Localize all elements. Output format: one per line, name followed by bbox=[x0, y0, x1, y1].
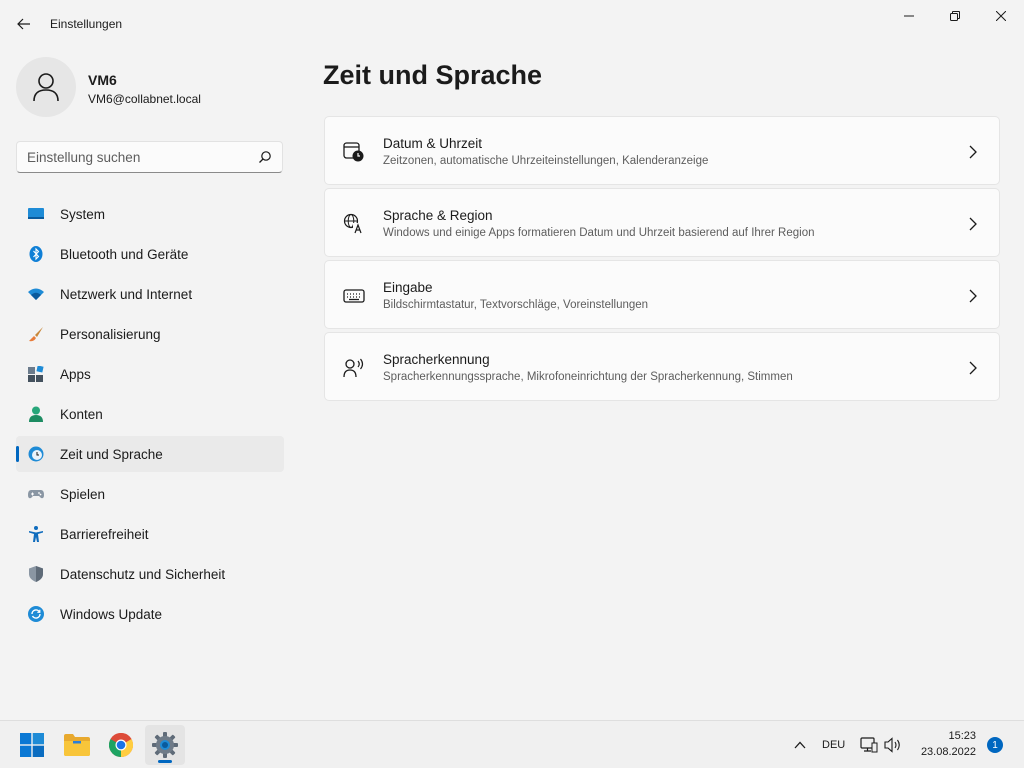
card-typing[interactable]: Eingabe Bildschirmtastatur, Textvorschlä… bbox=[324, 260, 1000, 329]
sidebar-item-system[interactable]: System bbox=[16, 196, 284, 232]
taskbar-file-explorer[interactable] bbox=[57, 725, 97, 765]
taskbar-settings[interactable] bbox=[145, 725, 185, 765]
sidebar-item-windows-update[interactable]: Windows Update bbox=[16, 596, 284, 632]
restore-icon bbox=[950, 11, 960, 21]
sidebar-item-accounts[interactable]: Konten bbox=[16, 396, 284, 432]
language-icon bbox=[343, 213, 364, 234]
keyboard-icon bbox=[343, 289, 365, 303]
settings-window: Einstellungen VM6 VM6@collabnet.local Sy… bbox=[0, 0, 1024, 720]
user-email: VM6@collabnet.local bbox=[88, 92, 201, 106]
apps-icon bbox=[28, 366, 44, 382]
restore-button[interactable] bbox=[932, 0, 978, 32]
sidebar-item-personalization[interactable]: Personalisierung bbox=[16, 316, 284, 352]
accessibility-icon bbox=[29, 526, 43, 542]
sidebar-item-bluetooth[interactable]: Bluetooth und Geräte bbox=[16, 236, 284, 272]
sidebar-item-time-language[interactable]: Zeit und Sprache bbox=[16, 436, 284, 472]
avatar[interactable] bbox=[16, 57, 76, 117]
notification-badge[interactable]: 1 bbox=[987, 737, 1003, 753]
user-icon bbox=[33, 73, 59, 102]
chevron-right-icon bbox=[969, 217, 977, 231]
start-icon bbox=[20, 733, 44, 757]
clock-date[interactable]: 23.08.2022 bbox=[914, 746, 976, 758]
card-language-region[interactable]: Sprache & Region Windows und einige Apps… bbox=[324, 188, 1000, 257]
calendar-clock-icon bbox=[343, 142, 364, 162]
wifi-icon bbox=[28, 288, 44, 300]
minimize-button[interactable] bbox=[886, 0, 932, 32]
sidebar-item-network[interactable]: Netzwerk und Internet bbox=[16, 276, 284, 312]
close-button[interactable] bbox=[978, 0, 1024, 32]
search-icon[interactable] bbox=[258, 150, 272, 164]
volume-icon bbox=[884, 737, 900, 753]
chrome-icon bbox=[109, 733, 133, 757]
tray-overflow-button[interactable] bbox=[788, 735, 812, 755]
shield-icon bbox=[29, 566, 43, 582]
update-icon bbox=[28, 606, 44, 622]
sidebar-nav: System Bluetooth und Geräte Netzwerk und… bbox=[16, 196, 284, 636]
search-box bbox=[16, 141, 283, 173]
back-button[interactable] bbox=[12, 12, 36, 36]
card-date-time[interactable]: Datum & Uhrzeit Zeitzonen, automatische … bbox=[324, 116, 1000, 185]
file-explorer-icon bbox=[64, 734, 90, 756]
search-input[interactable] bbox=[17, 142, 247, 172]
user-name: VM6 bbox=[88, 72, 117, 88]
chevron-right-icon bbox=[969, 289, 977, 303]
settings-icon bbox=[152, 732, 178, 758]
clock-time[interactable]: 15:23 bbox=[914, 730, 976, 742]
tray-status[interactable] bbox=[860, 733, 910, 757]
arrow-left-icon bbox=[17, 18, 30, 30]
taskbar-chrome[interactable] bbox=[101, 725, 141, 765]
account-icon bbox=[29, 406, 43, 422]
time-language-icon bbox=[28, 446, 44, 462]
chevron-right-icon bbox=[969, 145, 977, 159]
chevron-up-icon bbox=[794, 741, 806, 749]
minimize-icon bbox=[904, 15, 914, 17]
sidebar-item-accessibility[interactable]: Barrierefreiheit bbox=[16, 516, 284, 552]
network-icon bbox=[860, 737, 878, 753]
sidebar-item-gaming[interactable]: Spielen bbox=[16, 476, 284, 512]
speech-icon bbox=[343, 358, 364, 378]
brush-icon bbox=[29, 327, 43, 342]
system-icon bbox=[28, 208, 44, 219]
start-button[interactable] bbox=[12, 725, 52, 765]
close-icon bbox=[996, 11, 1006, 21]
page-title: Zeit und Sprache bbox=[323, 60, 543, 90]
taskbar: DEU 15:23 23.08.2022 1 bbox=[0, 720, 1024, 768]
sidebar-item-privacy[interactable]: Datenschutz und Sicherheit bbox=[16, 556, 284, 592]
bluetooth-icon bbox=[29, 246, 43, 262]
sidebar-item-apps[interactable]: Apps bbox=[16, 356, 284, 392]
gamepad-icon bbox=[28, 490, 44, 499]
language-indicator[interactable]: DEU bbox=[822, 739, 845, 751]
chevron-right-icon bbox=[969, 361, 977, 375]
title-bar: Einstellungen bbox=[0, 0, 1024, 48]
card-speech[interactable]: Spracherkennung Spracherkennungssprache,… bbox=[324, 332, 1000, 401]
settings-cards: Datum & Uhrzeit Zeitzonen, automatische … bbox=[324, 116, 1000, 404]
app-title: Einstellungen bbox=[50, 17, 123, 31]
